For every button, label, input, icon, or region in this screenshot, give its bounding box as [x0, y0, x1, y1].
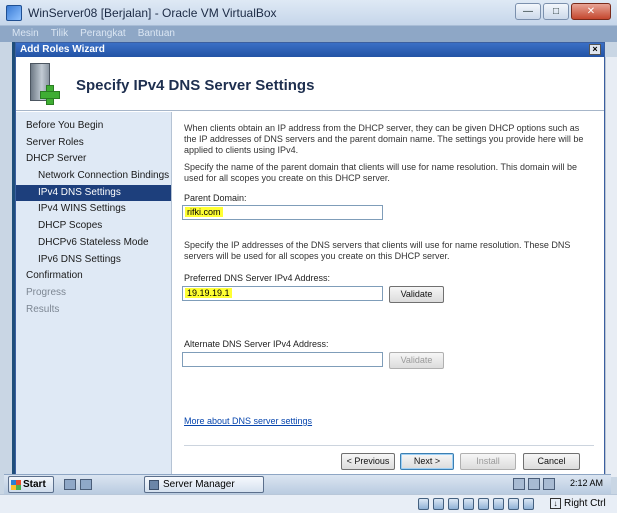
nav-ipv4-dns-settings[interactable]: IPv4 DNS Settings [16, 184, 171, 202]
menu-tilik[interactable]: Tilik [51, 26, 68, 42]
tray-keyboard-icon[interactable] [513, 478, 525, 490]
audio-icon[interactable] [448, 498, 459, 510]
dns-description: Specify the IP addresses of the DNS serv… [184, 240, 571, 261]
nav-progress: Progress [26, 286, 67, 298]
content-area: When clients obtain an IP address from t… [184, 123, 594, 156]
nav-ipv4-wins-settings[interactable]: IPv4 WINS Settings [16, 201, 171, 218]
footer-divider [184, 445, 594, 446]
validate-preferred-button[interactable]: Validate [389, 286, 444, 303]
next-button[interactable]: Next > [400, 453, 454, 470]
preferred-dns-label: Preferred DNS Server IPv4 Address: [184, 273, 331, 283]
window-controls: — □ ✕ [515, 3, 611, 20]
nav-ipv6-dns-settings[interactable]: IPv6 DNS Settings [16, 252, 171, 269]
system-tray [513, 478, 555, 490]
intro-text: When clients obtain an IP address from t… [184, 123, 584, 155]
command-prompt-quick-icon[interactable] [80, 479, 92, 490]
taskbar-task-label: Server Manager [163, 479, 235, 490]
menu-mesin[interactable]: Mesin [12, 26, 39, 42]
nav-confirmation[interactable]: Confirmation [16, 268, 171, 285]
usb-icon[interactable] [478, 498, 489, 510]
host-key-label: Right Ctrl [564, 498, 606, 509]
parent-domain-input[interactable]: rifki.com [182, 205, 383, 220]
alternate-dns-input[interactable] [182, 352, 383, 367]
wizard-title: Add Roles Wizard [20, 44, 105, 55]
menu-bantuan[interactable]: Bantuan [138, 26, 175, 42]
hard-disk-icon[interactable] [418, 498, 429, 510]
server-manager-icon [149, 480, 159, 490]
server-manager-quick-icon[interactable] [64, 479, 76, 490]
guest-taskbar: Start Server Manager 2:12 AM [4, 474, 611, 494]
window-title: WinServer08 [Berjalan] - Oracle VM Virtu… [28, 6, 277, 20]
nav-before-you-begin[interactable]: Before You Begin [16, 118, 171, 135]
vbox-menu-bar: Mesin Tilik Perangkat Bantuan [0, 26, 617, 42]
start-button[interactable]: Start [8, 476, 54, 493]
nav-server-roles[interactable]: Server Roles [16, 135, 171, 152]
domain-desc-wrap: Specify the name of the parent domain th… [184, 162, 594, 184]
cancel-button[interactable]: Cancel [523, 453, 580, 470]
taskbar-server-manager[interactable]: Server Manager [144, 476, 264, 493]
more-about-dns-link[interactable]: More about DNS server settings [184, 416, 312, 426]
display-icon[interactable] [508, 498, 519, 510]
wizard-nav: Before You Begin Server Roles DHCP Serve… [16, 112, 172, 477]
wizard-header: Specify IPv4 DNS Server Settings [16, 57, 604, 111]
optical-drive-icon[interactable] [433, 498, 444, 510]
nav-dhcpv6-stateless-mode[interactable]: DHCPv6 Stateless Mode [16, 235, 171, 252]
vbox-title-bar: WinServer08 [Berjalan] - Oracle VM Virtu… [0, 0, 617, 26]
vertical-scrollbar[interactable] [605, 57, 617, 477]
nav-dhcp-server[interactable]: DHCP Server [16, 151, 171, 168]
tray-volume-icon[interactable] [543, 478, 555, 490]
start-label: Start [23, 479, 46, 490]
wizard-close-icon[interactable]: × [589, 44, 601, 55]
parent-domain-value: rifki.com [185, 207, 223, 217]
validate-alternate-button: Validate [389, 352, 444, 369]
clock[interactable]: 2:12 AM [570, 478, 603, 488]
shared-folders-icon[interactable] [493, 498, 504, 510]
close-button[interactable]: ✕ [571, 3, 611, 20]
previous-button[interactable]: < Previous [341, 453, 395, 470]
nav-dhcp-scopes[interactable]: DHCP Scopes [16, 218, 171, 235]
wizard-title-bar: Add Roles Wizard × [16, 43, 604, 57]
windows-logo-icon [11, 480, 21, 490]
preferred-dns-input[interactable]: 19.19.19.1 [182, 286, 383, 301]
minimize-button[interactable]: — [515, 3, 541, 20]
vbox-status-bar: ↓ Right Ctrl [0, 494, 617, 513]
server-add-icon [26, 63, 60, 105]
network-icon[interactable] [463, 498, 474, 510]
page-title: Specify IPv4 DNS Server Settings [76, 77, 315, 94]
maximize-button[interactable]: □ [543, 3, 569, 20]
arrow-down-icon: ↓ [550, 498, 561, 509]
nav-results: Results [26, 303, 60, 315]
dns-desc-wrap: Specify the IP addresses of the DNS serv… [184, 240, 594, 262]
install-button: Install [460, 453, 516, 470]
domain-description: Specify the name of the parent domain th… [184, 162, 578, 183]
host-key-indicator: ↓ Right Ctrl [550, 498, 606, 509]
vbox-status-icons [418, 498, 534, 510]
preferred-dns-value: 19.19.19.1 [185, 288, 232, 298]
tray-network-icon[interactable] [528, 478, 540, 490]
parent-domain-label: Parent Domain: [184, 193, 247, 203]
menu-perangkat[interactable]: Perangkat [80, 26, 126, 42]
nav-network-connection-bindings[interactable]: Network Connection Bindings [16, 168, 171, 185]
alternate-dns-label: Alternate DNS Server IPv4 Address: [184, 339, 329, 349]
mouse-integration-icon[interactable] [523, 498, 534, 510]
virtualbox-app-icon [6, 5, 22, 21]
